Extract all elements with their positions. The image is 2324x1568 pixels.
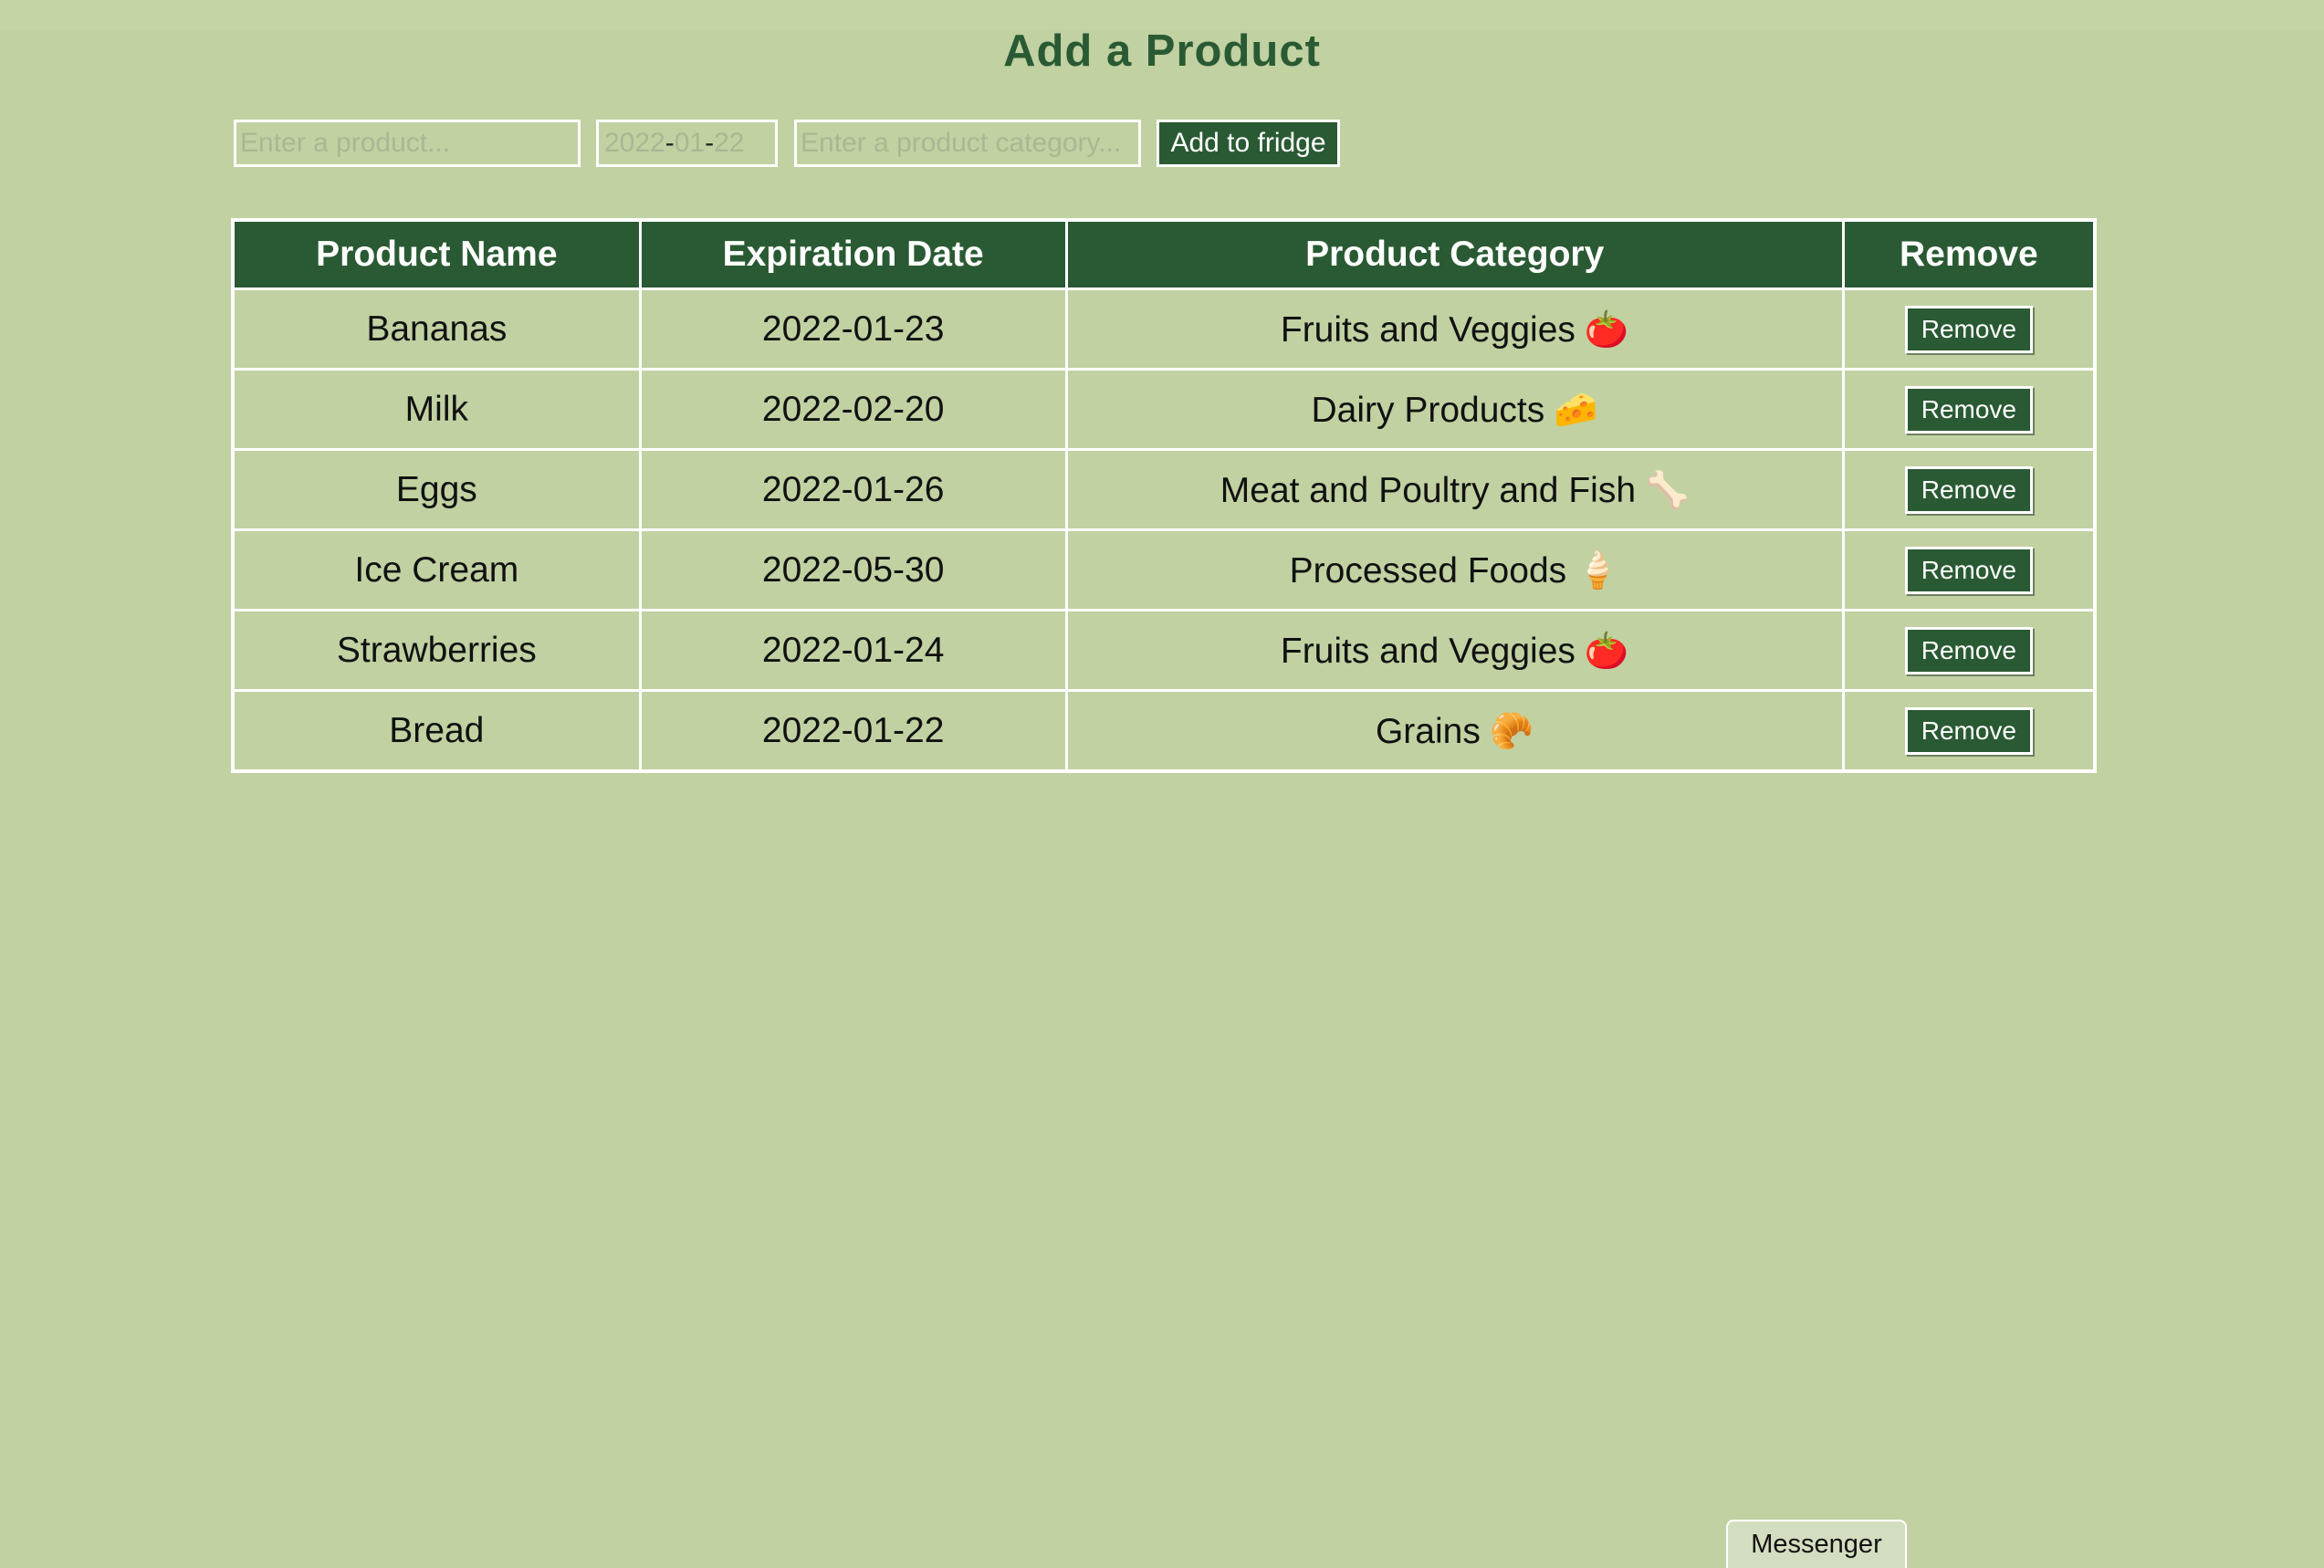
product-category-cell: Processed Foods 🍦 xyxy=(1064,528,1845,612)
table-row: Milk 2022-02-20 Dairy Products 🧀 Remove xyxy=(231,368,2097,451)
tomato-icon: 🍅 xyxy=(1584,631,1629,671)
remove-cell: Remove xyxy=(1841,448,2097,531)
product-name-cell: Strawberries xyxy=(231,609,642,692)
table-row: Bread 2022-01-22 Grains 🥐 Remove xyxy=(231,689,2097,773)
date-year: 2022 xyxy=(604,128,665,158)
product-category-cell: Grains 🥐 xyxy=(1064,689,1845,773)
header-product-category: Product Category xyxy=(1064,218,1845,290)
header-product-name: Product Name xyxy=(231,218,642,290)
table-header-row: Product Name Expiration Date Product Cat… xyxy=(231,218,2097,290)
expiration-date-cell: 2022-01-22 xyxy=(638,689,1068,773)
date-separator: - xyxy=(665,128,675,158)
croissant-icon: 🥐 xyxy=(1489,711,1534,751)
table-row: Ice Cream 2022-05-30 Processed Foods 🍦 Re… xyxy=(231,528,2097,612)
expiration-date-cell: 2022-01-23 xyxy=(638,287,1068,371)
expiration-date-cell: 2022-01-26 xyxy=(638,448,1068,531)
remove-button[interactable]: Remove xyxy=(1904,465,2033,514)
product-category-cell: Fruits and Veggies 🍅 xyxy=(1064,287,1845,371)
expiration-date-cell: 2022-02-20 xyxy=(638,368,1068,451)
category-label: Grains xyxy=(1375,711,1481,751)
product-name-cell: Eggs xyxy=(231,448,642,531)
product-category-cell: Dairy Products 🧀 xyxy=(1064,368,1845,451)
expiration-date-input[interactable]: 2022-01-22 xyxy=(596,120,778,167)
product-name-cell: Ice Cream xyxy=(231,528,642,612)
page-title: Add a Product xyxy=(1003,26,1321,76)
product-name-input[interactable] xyxy=(234,120,581,167)
category-label: Fruits and Veggies xyxy=(1280,631,1576,671)
table-row: Bananas 2022-01-23 Fruits and Veggies 🍅 R… xyxy=(231,287,2097,371)
remove-button[interactable]: Remove xyxy=(1904,706,2033,755)
remove-cell: Remove xyxy=(1841,528,2097,612)
remove-cell: Remove xyxy=(1841,689,2097,773)
remove-cell: Remove xyxy=(1841,287,2097,371)
remove-button[interactable]: Remove xyxy=(1904,626,2033,674)
messenger-button[interactable]: Messenger xyxy=(1726,1520,1907,1568)
remove-cell: Remove xyxy=(1841,609,2097,692)
cheese-icon: 🧀 xyxy=(1554,390,1598,430)
add-to-fridge-button[interactable]: Add to fridge xyxy=(1157,120,1340,167)
category-label: Fruits and Veggies xyxy=(1280,309,1576,350)
date-separator: - xyxy=(705,128,715,158)
date-day: 22 xyxy=(714,128,745,158)
product-name-cell: Milk xyxy=(231,368,642,451)
product-name-cell: Bread xyxy=(231,689,642,773)
category-label: Meat and Poultry and Fish xyxy=(1220,470,1637,510)
remove-button[interactable]: Remove xyxy=(1904,546,2033,594)
ice-cream-icon: 🍦 xyxy=(1576,550,1620,591)
products-table: Product Name Expiration Date Product Cat… xyxy=(231,218,2097,773)
product-category-input[interactable] xyxy=(794,120,1141,167)
product-category-cell: Fruits and Veggies 🍅 xyxy=(1064,609,1845,692)
category-label: Dairy Products xyxy=(1311,390,1545,430)
header-remove: Remove xyxy=(1841,218,2097,290)
expiration-date-cell: 2022-05-30 xyxy=(638,528,1068,612)
table-row: Strawberries 2022-01-24 Fruits and Veggi… xyxy=(231,609,2097,692)
remove-cell: Remove xyxy=(1841,368,2097,451)
product-name-cell: Bananas xyxy=(231,287,642,371)
tomato-icon: 🍅 xyxy=(1584,309,1629,350)
remove-button[interactable]: Remove xyxy=(1904,305,2033,353)
expiration-date-cell: 2022-01-24 xyxy=(638,609,1068,692)
bone-icon: 🦴 xyxy=(1645,470,1690,510)
category-label: Processed Foods xyxy=(1289,550,1567,591)
date-month: 01 xyxy=(674,128,706,158)
header-expiration-date: Expiration Date xyxy=(638,218,1068,290)
product-category-cell: Meat and Poultry and Fish 🦴 xyxy=(1064,448,1845,531)
remove-button[interactable]: Remove xyxy=(1904,385,2033,434)
table-row: Eggs 2022-01-26 Meat and Poultry and Fis… xyxy=(231,448,2097,531)
